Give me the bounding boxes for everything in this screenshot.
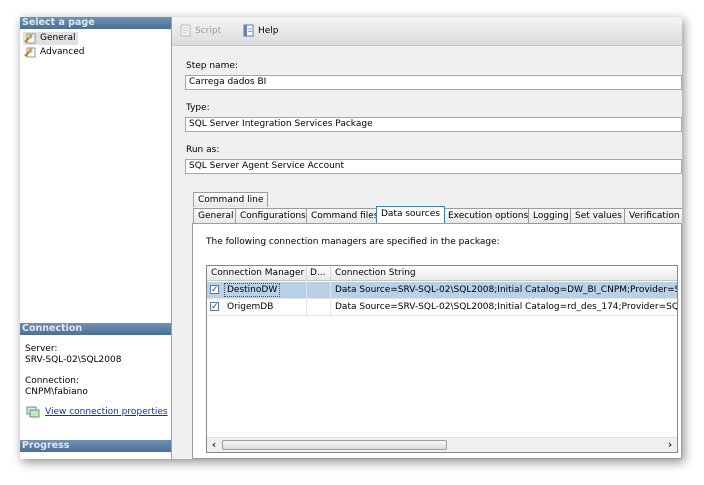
step-name-label: Step name:	[186, 61, 238, 71]
tab-configurations[interactable]: Configurations	[235, 208, 311, 223]
connection-managers-grid: Connection Manager D... Connection Strin…	[206, 265, 678, 453]
d-cell	[307, 282, 331, 298]
right-pane: Script Help Step name: Carrega dados BI …	[172, 17, 682, 459]
scroll-left-arrow-icon[interactable]: ‹	[207, 438, 221, 452]
view-connection-properties[interactable]: View connection properties	[25, 406, 168, 418]
column-header-d[interactable]: D...	[307, 266, 331, 281]
run-as-label: Run as:	[186, 145, 220, 155]
connection-properties-icon	[26, 406, 40, 418]
connection-value: CNPM\fabiano	[25, 387, 88, 397]
server-value: SRV-SQL-02\SQL2008	[25, 355, 122, 365]
tab-command-files[interactable]: Command files	[306, 208, 384, 223]
server-label: Server:	[25, 344, 58, 354]
table-row[interactable]: ✓ DestinoDW Data Source=SRV-SQL-02\SQL20…	[207, 282, 678, 299]
connection-string-cell: Data Source=SRV-SQL-02\SQL2008;Initial C…	[335, 285, 678, 295]
tab-logging[interactable]: Logging	[528, 208, 574, 223]
progress-header: Progress	[20, 440, 171, 452]
toolbar: Script Help	[172, 17, 682, 46]
run-as-field[interactable]: SQL Server Agent Service Account	[185, 159, 682, 174]
step-name-field[interactable]: Carrega dados BI	[185, 75, 682, 90]
select-page-header: Select a page	[20, 17, 171, 29]
connection-label: Connection:	[25, 376, 79, 386]
left-pane: Select a page General Advanced Connectio…	[20, 17, 172, 459]
tab-set-values[interactable]: Set values	[570, 208, 627, 223]
connection-string-cell: Data Source=SRV-SQL-02\SQL2008;Initial C…	[335, 302, 678, 312]
table-row[interactable]: ✓ OrigemDB Data Source=SRV-SQL-02\SQL200…	[207, 299, 678, 316]
view-connection-link[interactable]: View connection properties	[45, 407, 168, 417]
script-button[interactable]: Script	[179, 24, 221, 38]
horizontal-scrollbar[interactable]: ‹ ›	[207, 437, 677, 452]
tab-execution-options[interactable]: Execution options	[443, 208, 534, 223]
data-sources-description: The following connection managers are sp…	[206, 237, 500, 247]
tab-verification[interactable]: Verification	[624, 208, 682, 223]
data-sources-panel: The following connection managers are sp…	[192, 223, 682, 459]
tab-data-sources[interactable]: Data sources	[376, 206, 445, 223]
d-cell	[307, 299, 331, 315]
column-header-connection-string[interactable]: Connection String	[331, 266, 677, 281]
connection-manager-name: OrigemDB	[227, 302, 274, 312]
row-checkbox[interactable]: ✓	[210, 285, 219, 295]
tab-general[interactable]: General	[193, 208, 239, 223]
row-checkbox[interactable]: ✓	[210, 302, 219, 312]
script-icon	[180, 24, 191, 37]
help-label: Help	[258, 26, 279, 36]
page-advanced[interactable]: Advanced	[23, 46, 87, 59]
type-label: Type:	[186, 103, 210, 113]
page-general-label: General	[40, 33, 76, 43]
tab-command-line[interactable]: Command line	[193, 192, 269, 207]
scrollbar-thumb[interactable]	[222, 440, 447, 450]
connection-manager-name: DestinoDW	[224, 283, 281, 297]
scroll-right-arrow-icon[interactable]: ›	[663, 438, 677, 452]
connection-manager-cell: ✓ OrigemDB	[207, 299, 307, 315]
page-wrench-icon	[24, 33, 36, 44]
column-header-connection-manager[interactable]: Connection Manager	[207, 266, 307, 281]
connection-header: Connection	[20, 323, 171, 335]
type-field[interactable]: SQL Server Integration Services Package	[185, 117, 682, 132]
connection-manager-cell: ✓ DestinoDW	[207, 282, 307, 298]
help-button[interactable]: Help	[242, 24, 279, 38]
script-label: Script	[195, 26, 222, 36]
help-icon	[243, 24, 254, 37]
page-wrench-icon	[24, 47, 36, 58]
page-advanced-label: Advanced	[40, 47, 85, 57]
page-general[interactable]: General	[23, 32, 79, 45]
job-step-properties-window: Select a page General Advanced Connectio…	[20, 17, 682, 459]
